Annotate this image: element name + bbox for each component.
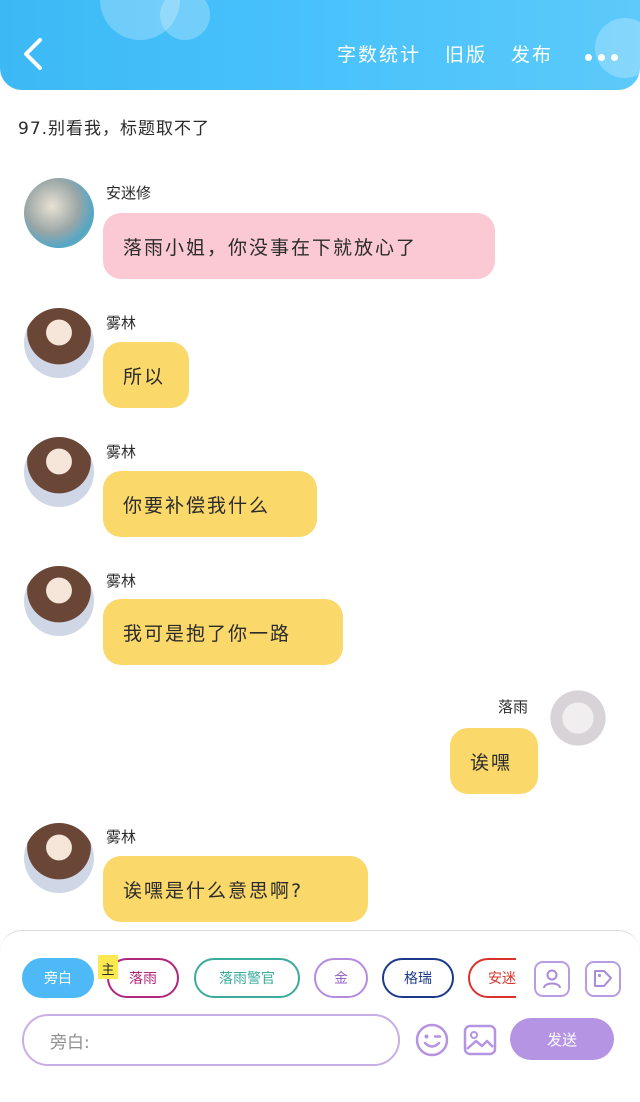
smiley-wink-icon <box>415 1023 449 1057</box>
avatar-wulin[interactable] <box>24 823 94 893</box>
role-chip-label: 落雨 <box>129 971 157 987</box>
header-actions: 字数统计 旧版 发布 <box>337 40 618 67</box>
more-dot-icon <box>611 54 618 61</box>
speaker-name: 雾林 <box>106 572 137 590</box>
character-select-button[interactable] <box>534 961 570 997</box>
old-version-label: 旧版 <box>444 44 487 66</box>
role-chip-label: 旁白 <box>44 971 72 987</box>
role-chip-label: 安迷 <box>488 971 516 987</box>
image-button[interactable] <box>462 1022 498 1058</box>
message-bubble[interactable]: 落雨小姐，你没事在下就放心了 <box>103 213 495 279</box>
role-chip-luoyu-officer[interactable]: 落雨警官 <box>194 958 300 998</box>
avatar-anmixiu[interactable] <box>24 178 94 248</box>
word-count-label: 字数统计 <box>336 44 421 66</box>
message-bubble[interactable]: 所以 <box>103 342 189 408</box>
message-input[interactable]: 旁白: <box>22 1014 400 1066</box>
speaker-name: 雾林 <box>106 828 137 846</box>
message-bubble[interactable]: 你要补偿我什么 <box>103 471 317 537</box>
role-chip-anmi[interactable]: 安迷 <box>468 958 516 998</box>
image-icon <box>463 1024 497 1056</box>
role-chip-label: 落雨警官 <box>219 971 275 987</box>
role-chip-label: 格瑞 <box>404 971 432 987</box>
word-count-button[interactable]: 字数统计 <box>337 40 421 67</box>
person-icon <box>543 969 561 989</box>
send-button[interactable]: 发送 <box>510 1018 614 1060</box>
old-version-button[interactable]: 旧版 <box>445 40 487 67</box>
speaker-name: 雾林 <box>106 443 137 461</box>
more-menu-button[interactable] <box>585 54 618 67</box>
speaker-name: 落雨 <box>498 698 529 716</box>
message-bubble[interactable]: 诶嘿 <box>450 728 538 794</box>
message-bubble[interactable]: 诶嘿是什么意思啊? <box>103 856 368 922</box>
speaker-name: 安迷修 <box>106 184 152 202</box>
send-label: 发送 <box>546 1030 577 1049</box>
role-selector: 旁白 落雨 落雨警官 金 格瑞 安迷 <box>22 958 516 1002</box>
emoji-button[interactable] <box>414 1022 450 1058</box>
publish-button[interactable]: 发布 <box>511 40 553 67</box>
message-bubble[interactable]: 我可是抱了你一路 <box>103 599 343 665</box>
back-button[interactable] <box>18 34 50 74</box>
role-chip-gerui[interactable]: 格瑞 <box>382 958 454 998</box>
main-role-badge: 主 <box>98 955 118 979</box>
more-dot-icon <box>585 54 592 61</box>
avatar-wulin[interactable] <box>24 437 94 507</box>
avatar-luoyu[interactable] <box>543 690 613 760</box>
speaker-name: 雾林 <box>106 314 137 332</box>
more-dot-icon <box>598 54 605 61</box>
tag-button[interactable] <box>585 961 621 997</box>
chevron-left-icon <box>24 38 42 70</box>
tag-icon <box>594 970 612 987</box>
input-placeholder: 旁白: <box>50 1032 90 1053</box>
decor-bubble <box>160 0 210 40</box>
role-chip-narrator[interactable]: 旁白 <box>22 958 94 998</box>
publish-label: 发布 <box>510 44 553 66</box>
role-chip-jin[interactable]: 金 <box>314 958 368 998</box>
top-bar: 字数统计 旧版 发布 <box>0 0 640 90</box>
chapter-title: 97.别看我，标题取不了 <box>18 119 211 139</box>
role-chip-label: 金 <box>334 971 348 987</box>
avatar-wulin[interactable] <box>24 308 94 378</box>
avatar-wulin[interactable] <box>24 566 94 636</box>
